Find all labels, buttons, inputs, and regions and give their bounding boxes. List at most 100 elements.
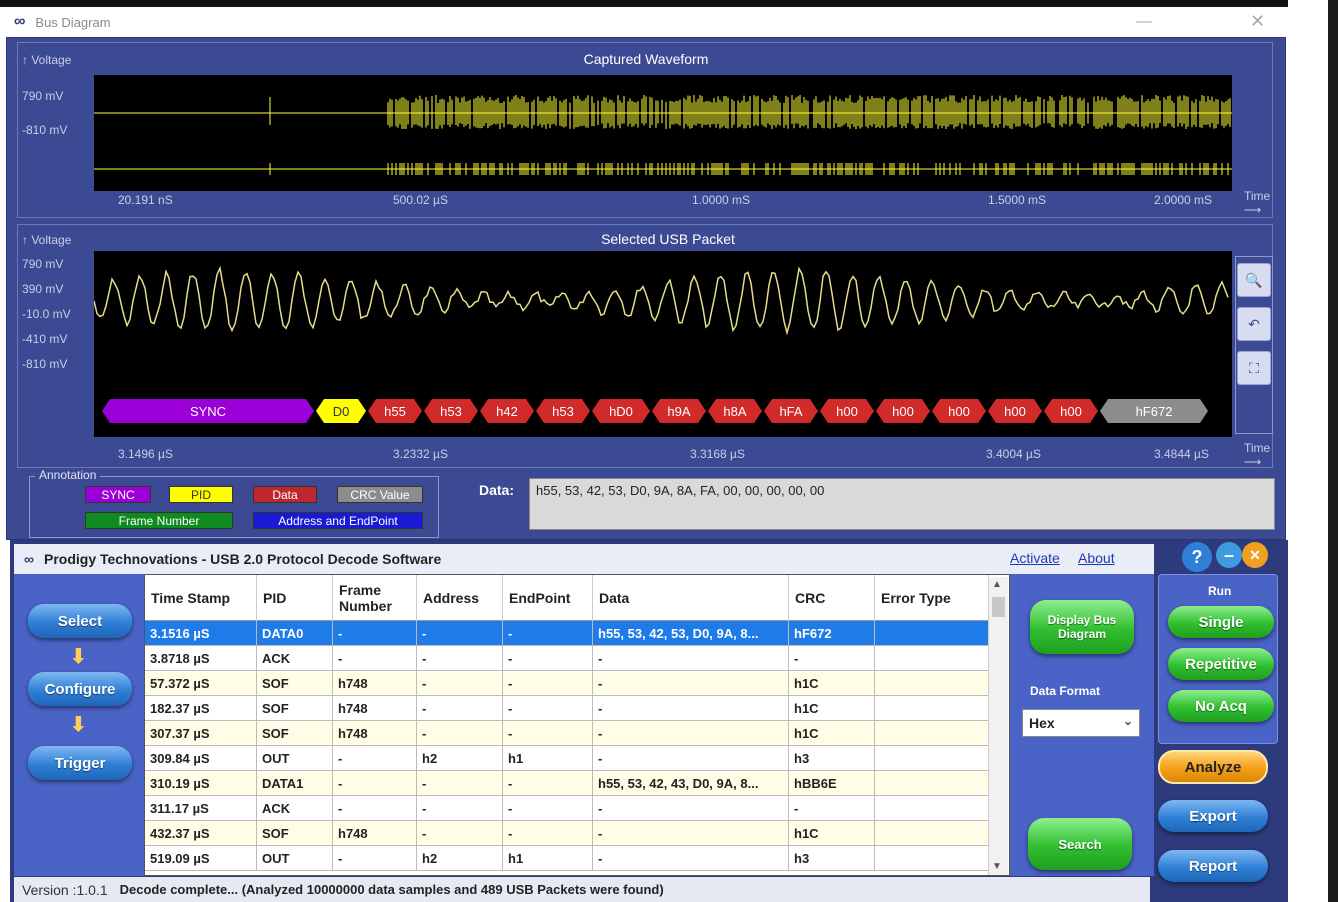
packet-waveform-plot[interactable]: SYNC D0 h55 h53 h42 h53 hD0 h9A h8A hFA h00 h00 h00 h… [93, 251, 1232, 437]
table-row[interactable]: 3.8718 µS ACK - - - - - [145, 646, 989, 671]
close-icon[interactable]: ✕ [1242, 542, 1268, 568]
table-row[interactable]: 311.17 µS ACK - - - - - [145, 796, 989, 821]
table-cell: - [417, 671, 503, 696]
table-cell: - [503, 671, 593, 696]
close-icon[interactable]: ✕ [1250, 11, 1265, 32]
table-cell: - [333, 846, 417, 871]
col-address[interactable]: Address [417, 575, 503, 621]
about-link[interactable]: About [1078, 550, 1115, 566]
app-logo-icon: ∞ [14, 13, 26, 30]
table-cell: h55, 53, 42, 53, D0, 9A, 8... [593, 621, 789, 646]
analyze-button[interactable]: Analyze [1158, 750, 1268, 784]
undo-icon[interactable]: ↶ [1237, 307, 1271, 341]
legend-sync-label: SYNC [101, 487, 135, 502]
captured-waveform-plot[interactable] [94, 75, 1232, 191]
packet-field-h42[interactable]: h42 [480, 399, 534, 423]
packet-field-hf672[interactable]: hF672 [1100, 399, 1208, 423]
col-error-type[interactable]: Error Type [875, 575, 989, 621]
status-text: Decode complete... (Analyzed 10000000 da… [119, 882, 664, 897]
legend-pid-label: PID [190, 487, 211, 502]
packet-y-label-text: Voltage [31, 233, 72, 247]
fit-icon[interactable]: ⛶ [1237, 351, 1271, 385]
captured-x-tick: 1.0000 mS [692, 193, 751, 207]
packet-field-h00[interactable]: h00 [876, 399, 930, 423]
table-cell: DATA0 [257, 621, 333, 646]
table-cell: - [333, 796, 417, 821]
display-bus-diagram-button[interactable]: Display Bus Diagram [1030, 600, 1134, 654]
packet-field-h8a[interactable]: h8A [708, 399, 762, 423]
table-cell: - [417, 796, 503, 821]
scroll-up-icon[interactable]: ▲ [992, 579, 1002, 590]
export-button[interactable]: Export [1158, 800, 1268, 832]
help-icon[interactable]: ? [1182, 542, 1212, 572]
packet-field-h55[interactable]: h55 [368, 399, 422, 423]
table-cell: 182.37 µS [145, 696, 257, 721]
table-row[interactable]: 307.37 µS SOF h748- - - h1C [145, 721, 989, 746]
scroll-thumb[interactable] [992, 597, 1005, 617]
col-endpoint[interactable]: EndPoint [503, 575, 593, 621]
table-cell: 311.17 µS [145, 796, 257, 821]
selected-packet-panel: Selected USB Packet ↑ Voltage 790 mV 390… [17, 224, 1273, 469]
zoom-icon[interactable]: 🔍 [1237, 263, 1271, 297]
table-row[interactable]: 3.1516 µS DATA0- - - h55, 53, 42, 53, D0, 9A… [145, 621, 989, 646]
packet-y-tick: 390 mV [22, 282, 64, 296]
packet-x-label-text: Time [1244, 441, 1271, 455]
table-cell: - [593, 671, 789, 696]
activate-link[interactable]: Activate [1010, 550, 1060, 566]
packet-field-h53[interactable]: h53 [424, 399, 478, 423]
repetitive-button[interactable]: Repetitive [1168, 648, 1274, 680]
configure-button[interactable]: Configure [28, 672, 132, 706]
table-cell [875, 796, 989, 821]
data-label: Data: [479, 482, 515, 498]
table-row[interactable]: 519.09 µS OUT - h2 h1- h3 [145, 846, 989, 871]
col-data[interactable]: Data [593, 575, 789, 621]
report-button[interactable]: Report [1158, 850, 1268, 882]
packet-field-hd0[interactable]: hD0 [592, 399, 650, 423]
selected-packet-title: Selected USB Packet [601, 231, 735, 247]
scroll-down-icon[interactable]: ▼ [992, 861, 1002, 872]
trigger-button[interactable]: Trigger [28, 746, 132, 780]
table-cell: SOF [257, 671, 333, 696]
captured-x-label-text: Time [1244, 189, 1271, 203]
minimize-icon[interactable]: – [1216, 542, 1242, 568]
packet-field-h00[interactable]: h00 [932, 399, 986, 423]
no-acq-button[interactable]: No Acq [1168, 690, 1274, 722]
table-cell [875, 746, 989, 771]
minimize-icon[interactable]: — [1136, 13, 1152, 31]
legend-frame-label: Frame Number [118, 513, 200, 528]
single-button[interactable]: Single [1168, 606, 1274, 638]
chevron-down-icon: ⌄ [1122, 714, 1133, 728]
table-cell: - [503, 721, 593, 746]
prodigy-logo-icon: ∞ [24, 551, 34, 567]
captured-y-tick: 790 mV [22, 89, 64, 103]
table-row[interactable]: 310.19 µS DATA1- - - h55, 53, 42, 43, D0, 9A… [145, 771, 989, 796]
packet-field-h00[interactable]: h00 [988, 399, 1042, 423]
col-pid[interactable]: PID [257, 575, 333, 621]
table-row[interactable]: 432.37 µS SOF h748- - - h1C [145, 821, 989, 846]
packet-field-sync[interactable]: SYNC [102, 399, 314, 423]
col-time-stamp[interactable]: Time Stamp [145, 575, 257, 621]
packet-field-h00[interactable]: h00 [820, 399, 874, 423]
table-cell: - [503, 771, 593, 796]
data-value-box[interactable]: h55, 53, 42, 53, D0, 9A, 8A, FA, 00, 00,… [529, 478, 1275, 530]
table-cell: h55, 53, 42, 43, D0, 9A, 8... [593, 771, 789, 796]
table-row[interactable]: 309.84 µS OUT - h2 h1- h3 [145, 746, 989, 771]
col-crc[interactable]: CRC [789, 575, 875, 621]
search-button[interactable]: Search [1028, 818, 1132, 870]
packet-field-d0[interactable]: D0 [316, 399, 366, 423]
packet-field-h9a[interactable]: h9A [652, 399, 706, 423]
table-cell: - [593, 796, 789, 821]
table-scrollbar[interactable]: ▲ ▼ [988, 577, 1008, 875]
table-cell: - [593, 646, 789, 671]
table-row[interactable]: 57.372 µS SOF h748- - - h1C [145, 671, 989, 696]
packet-x-tick: 3.1496 µS [118, 447, 173, 461]
packet-field-h53[interactable]: h53 [536, 399, 590, 423]
captured-waveform-title: Captured Waveform [583, 51, 709, 67]
data-format-select[interactable]: Hex ⌄ [1022, 709, 1140, 737]
table-row[interactable]: 182.37 µS SOF h748- - - h1C [145, 696, 989, 721]
col-frame-number[interactable]: Frame Number [333, 575, 417, 621]
packet-field-h00[interactable]: h00 [1044, 399, 1098, 423]
table-cell [875, 771, 989, 796]
packet-field-hfa[interactable]: hFA [764, 399, 818, 423]
select-button[interactable]: Select [28, 604, 132, 638]
